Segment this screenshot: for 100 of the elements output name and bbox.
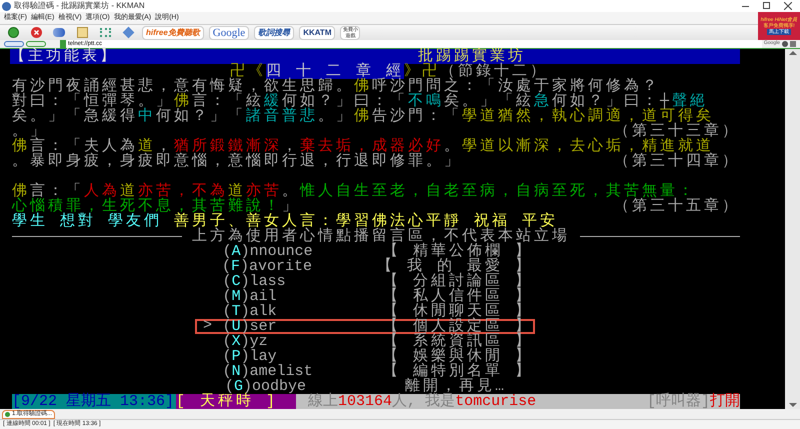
terminal-text: （節錄十二） xyxy=(440,64,548,79)
terminal-text: [呼叫器] xyxy=(646,394,710,409)
terminal-text: 諸音普悲 xyxy=(246,109,318,124)
highlighted-text: 四 十 二 章 經 xyxy=(266,64,404,79)
menu-command: (X)yz xyxy=(222,334,268,349)
terminal-text: ， xyxy=(156,139,174,154)
terminal-text: 線上 xyxy=(308,394,338,409)
terminal-text: 不鳴 xyxy=(408,94,444,109)
forward-button[interactable] xyxy=(26,41,46,47)
terminal-text: 矣。」「絃 xyxy=(444,94,534,109)
menu-option[interactable]: (F)avorite 【 我 的 最愛 】 xyxy=(195,259,535,274)
menu-option[interactable]: (G)oodbye 離開，再見… xyxy=(195,379,535,394)
terminal-text: 」 xyxy=(282,199,300,214)
terminal-text: 聲絕 xyxy=(672,94,708,109)
menu-option[interactable]: (T)alk 【 休閒聊天區 】 xyxy=(195,304,535,319)
terminal-text: 學生 想對 學友們 xyxy=(12,214,164,229)
terminal-text: 佛 xyxy=(354,79,372,94)
terminal-text: 。 xyxy=(444,139,462,154)
time-sign-label: [ 天秤時 ] xyxy=(176,394,296,409)
terminal-text: 何如？」「 xyxy=(156,109,246,124)
menu-description: 【 系統資訊區 】 xyxy=(382,334,533,349)
menu-command: (A)nnounce xyxy=(222,244,314,259)
terminal-text: 人為 xyxy=(84,184,120,199)
menu-description: 【 精華公佈欄 】 xyxy=(382,244,533,259)
menu-description: 【 分組討論區 】 xyxy=(382,274,533,289)
terminal-text: 學道以漸深，去心垢，精進就道 xyxy=(462,139,714,154)
terminal-text: 道 xyxy=(120,184,138,199)
terminal-text: 何如？」曰：┼ xyxy=(552,94,672,109)
menu-description: 【 個人設定區 】 xyxy=(382,319,533,334)
terminal-text: 》卍 xyxy=(404,64,440,79)
terminal-text: 矣。」「急緩得 xyxy=(12,109,138,124)
menu-option[interactable]: (C)lass 【 分組討論區 】 xyxy=(195,274,535,289)
terminal-text: 猶所鍛鐵漸深 xyxy=(174,139,282,154)
terminal-text: 呼沙門問之：「汝處于家將何修為？ xyxy=(372,79,660,94)
toolbar-link[interactable]: 歌詞搜尋 xyxy=(254,26,294,40)
toolbar-link[interactable]: Google xyxy=(208,26,250,40)
chapter-label: （第三十四章） xyxy=(614,154,740,169)
maximize-icon[interactable] xyxy=(763,2,770,9)
terminal-text: 急 xyxy=(534,94,552,109)
terminal-text: 言：「夫人為 xyxy=(30,139,138,154)
terminal-text: 棄去垢 xyxy=(300,139,354,154)
menu-command: (P)lay xyxy=(222,349,277,364)
terminal-text: 中 xyxy=(138,109,156,124)
terminal-text: 。 xyxy=(282,184,300,199)
menu-description: 【 娛樂與休閒 】 xyxy=(382,349,533,364)
menu-command: (C)lass xyxy=(222,274,286,289)
menu-option[interactable]: (N)amelist 【 編特別名單 】 xyxy=(195,364,535,379)
terminal-text: tomcurise xyxy=(455,394,536,409)
terminal-text: 緩 xyxy=(264,94,282,109)
header-title: 【主功能表】 xyxy=(10,49,118,64)
menu-option[interactable]: (M)ail 【 私人信件區 】 xyxy=(195,289,535,304)
menu-command: (F)avorite xyxy=(222,259,313,274)
toolbar-link[interactable]: hifree免費聽歌 xyxy=(142,26,204,40)
terminal-text: ， xyxy=(282,139,300,154)
terminal-text: 亦苦，不為 xyxy=(138,184,228,199)
terminal-text: 佛 xyxy=(354,109,372,124)
window-title: 取得驗證碼 - 批踢踢實業坊 - KKMAN xyxy=(14,0,145,12)
terminal-text: 對曰：「恒彈琴。」 xyxy=(12,94,174,109)
menu-command: (M)ail xyxy=(222,289,277,304)
page-icon xyxy=(5,412,10,417)
menu-description: 【 編特別名單 】 xyxy=(382,364,533,379)
terminal-text: 告沙門：「 xyxy=(372,109,462,124)
terminal-text: 言：「絃 xyxy=(192,94,264,109)
menu-command: (N)amelist xyxy=(222,364,314,379)
menu-option[interactable]: > (U)ser 【 個人設定區 】 xyxy=(195,319,535,334)
terminal-text: 103164 xyxy=(338,394,392,409)
date-label: [9/22 星期五 13:36] xyxy=(12,394,176,409)
chapter-label: （第三十五章） xyxy=(614,199,740,214)
terminal-text: 亦苦 xyxy=(246,184,282,199)
menu-command: (G)oodbye xyxy=(225,379,306,394)
back-button[interactable] xyxy=(4,41,24,47)
cursor-mark: > xyxy=(202,316,214,336)
scrollbar[interactable] xyxy=(785,49,800,409)
terminal-text: 卍《 xyxy=(230,64,266,79)
toolbar-link[interactable]: KKATM xyxy=(299,26,336,40)
menu-description: 離開，再見… xyxy=(405,379,508,394)
terminal-text: 。」 xyxy=(318,109,354,124)
menu-option[interactable]: (P)lay 【 娛樂與休閒 】 xyxy=(195,349,535,364)
separator-text: 上方為使用者心情點播留言區，不代表本站立場 xyxy=(192,229,570,244)
scroll-up-icon[interactable] xyxy=(788,51,796,55)
terminal-text: 道 xyxy=(138,139,156,154)
terminal-text: 道 xyxy=(228,184,246,199)
terminal-text: 成器必好 xyxy=(372,139,444,154)
terminal-text: 人, 我是 xyxy=(392,394,456,409)
terminal-text: 佛 xyxy=(12,139,30,154)
app-logo-icon xyxy=(2,2,11,10)
terminal-text: ， xyxy=(354,139,372,154)
terminal-text: 學道猶然，執心調適，道可得矣 xyxy=(462,109,714,124)
terminal-text: 。暴即身疲，身疲即意惱，意惱即行退，行退即修罪。」 xyxy=(12,154,462,169)
menu-description: 【 私人信件區 】 xyxy=(382,289,533,304)
chapter-label: （第三十三章） xyxy=(614,124,740,139)
terminal-text: 言：「 xyxy=(30,184,84,199)
terminal-text: 惟人自生至老，自老至病，自病至死，其苦無量： xyxy=(300,184,696,199)
terminal-text: 佛 xyxy=(174,94,192,109)
menu-option[interactable]: (X)yz 【 系統資訊區 】 xyxy=(195,334,535,349)
menu-option[interactable]: (A)nnounce 【 精華公佈欄 】 xyxy=(195,244,535,259)
menu-command: (T)alk xyxy=(222,304,278,319)
menu-command: (U)ser xyxy=(222,319,278,334)
site-name: 批踢踢實業坊 xyxy=(418,49,526,64)
terminal-text: 佛 xyxy=(12,184,30,199)
